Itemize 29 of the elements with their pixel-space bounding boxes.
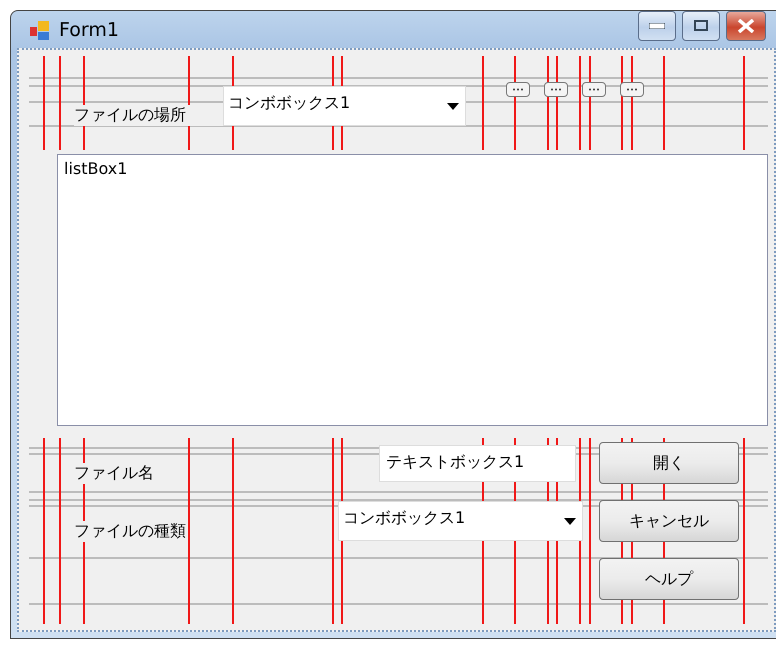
ellipsis-button[interactable] <box>506 82 530 97</box>
dropdown-arrow-icon <box>447 103 459 110</box>
location-label: ファイルの場所 <box>74 105 223 126</box>
file-type-combo-box[interactable]: コンボボックス1 <box>338 501 583 541</box>
dropdown-arrow-icon <box>564 518 576 525</box>
ellipsis-icon <box>550 88 562 91</box>
cancel-button[interactable]: キャンセル <box>599 500 739 542</box>
ellipsis-button[interactable] <box>582 82 606 97</box>
ellipsis-button[interactable] <box>620 82 644 97</box>
file-name-field[interactable]: テキストボックス1 <box>379 444 576 482</box>
ellipsis-icon <box>512 88 524 91</box>
window-title: Form1 <box>59 18 119 40</box>
file-type-label: ファイルの種類 <box>74 521 186 542</box>
help-button[interactable]: ヘルプ <box>599 558 739 600</box>
minimize-button[interactable] <box>638 10 676 40</box>
open-button[interactable]: 開く <box>599 442 739 484</box>
ellipsis-icon <box>626 88 638 91</box>
list-box[interactable]: listBox1 <box>57 154 768 426</box>
ellipsis-button[interactable] <box>544 82 568 97</box>
minimize-icon <box>649 22 665 28</box>
maximize-button[interactable] <box>682 10 720 40</box>
close-button[interactable] <box>726 10 766 40</box>
file-name-label: ファイル名 <box>74 463 154 484</box>
ellipsis-icon <box>588 88 600 91</box>
maximize-icon <box>694 20 708 31</box>
close-icon <box>737 18 755 32</box>
form-icon <box>29 18 51 40</box>
list-item[interactable]: listBox1 <box>64 159 761 178</box>
location-combo-box[interactable]: コンボボックス1 <box>223 86 466 126</box>
